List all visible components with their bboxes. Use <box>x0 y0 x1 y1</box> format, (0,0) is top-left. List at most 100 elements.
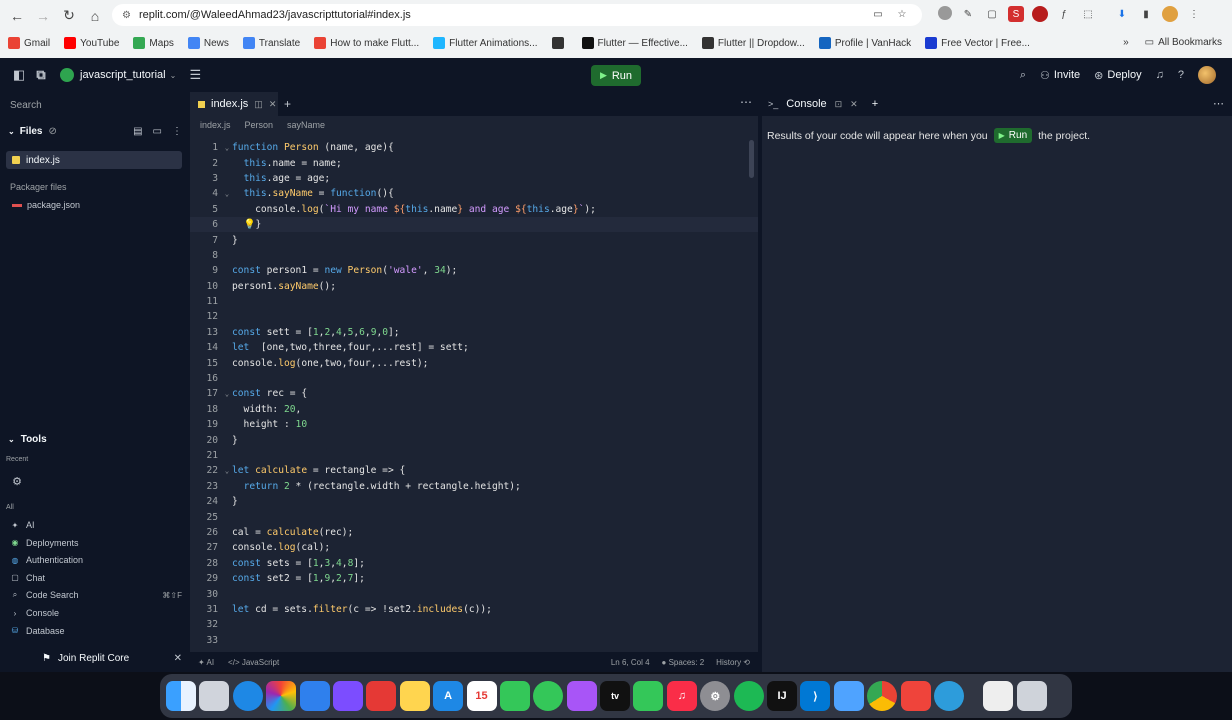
language-status[interactable]: </> JavaScript <box>228 658 279 667</box>
apple-tv-icon[interactable]: tv <box>600 681 631 711</box>
back-icon[interactable]: ← <box>4 3 30 29</box>
split-icon[interactable]: ◫ <box>254 99 263 110</box>
help-icon[interactable]: ? <box>1178 69 1184 81</box>
download-icon[interactable]: ⬇ <box>1114 6 1130 22</box>
notes-icon[interactable] <box>399 681 430 711</box>
new-folder-icon[interactable]: ▭ <box>153 126 162 137</box>
bookmark-item[interactable]: Flutter Animations... <box>433 37 538 49</box>
more-icon[interactable]: ⋯ <box>740 95 752 109</box>
mail-icon[interactable] <box>299 681 330 711</box>
extension-badge-icon[interactable] <box>1032 6 1048 22</box>
new-file-icon[interactable]: ▤ <box>133 126 142 137</box>
breadcrumb-item[interactable]: Person <box>245 120 274 130</box>
search-icon[interactable]: ⌕ <box>1020 69 1026 82</box>
tab-console[interactable]: Console <box>786 98 826 110</box>
side-panel-icon[interactable]: ▮ <box>1138 6 1154 22</box>
tool-item[interactable]: ◉ Deployments <box>10 538 182 548</box>
settings-gear-icon[interactable]: ⚙ <box>8 472 26 490</box>
messages-icon[interactable] <box>633 681 664 711</box>
network-icon[interactable] <box>933 681 964 711</box>
lock-icon[interactable]: ⊡ <box>835 99 843 110</box>
history-status[interactable]: History ⟲ <box>716 658 750 667</box>
bookmark-item[interactable]: Flutter || Dropdow... <box>701 37 805 49</box>
grid-menu-icon[interactable]: ☰ <box>184 67 206 83</box>
vscode-icon[interactable]: ⟩ <box>800 681 831 711</box>
reload-icon[interactable]: ↻ <box>56 3 82 29</box>
profile-icon[interactable] <box>1162 6 1178 22</box>
editor-scrollbar[interactable] <box>749 140 754 178</box>
bookmark-item[interactable]: YouTube <box>64 37 119 49</box>
bookmark-item[interactable] <box>551 37 568 49</box>
tool-item[interactable]: ◍ Authentication <box>10 555 182 565</box>
ai-status[interactable]: ✦ AI <box>198 658 214 667</box>
tool-item[interactable]: › Console <box>10 608 182 618</box>
podcasts-app-icon[interactable] <box>332 681 363 711</box>
invite-button[interactable]: ⚇ Invite <box>1040 69 1080 82</box>
file-item-package-json[interactable]: package.json <box>12 200 80 210</box>
cursor-position[interactable]: Ln 6, Col 4 <box>611 658 650 667</box>
intellij-icon[interactable]: IJ <box>767 681 798 711</box>
bookmark-item[interactable]: News <box>187 37 229 49</box>
bookmark-item[interactable]: Maps <box>133 37 174 49</box>
photo-booth-icon[interactable] <box>366 681 397 711</box>
tool-item[interactable]: ⛁ Database <box>10 626 182 636</box>
calendar-icon[interactable]: 15 <box>466 681 497 711</box>
spaces-status[interactable]: ● Spaces: 2 <box>662 658 705 667</box>
podcasts-icon[interactable] <box>566 681 597 711</box>
more-icon[interactable]: ⋮ <box>172 126 182 137</box>
pen-icon[interactable]: ✎ <box>960 6 976 22</box>
tool-item[interactable]: ✦ AI <box>10 520 182 530</box>
sidebar-toggle-icon[interactable]: ◧ <box>8 67 30 83</box>
find-my-icon[interactable] <box>533 681 564 711</box>
launchpad-icon[interactable] <box>199 681 230 711</box>
site-info-icon[interactable]: ⚙ <box>122 10 131 21</box>
bookmark-item[interactable]: Translate <box>242 37 300 49</box>
document-icon[interactable] <box>983 681 1014 711</box>
trash-icon[interactable] <box>1016 681 1047 711</box>
finder-icon[interactable] <box>166 681 196 711</box>
bookmark-star-icon[interactable]: ☆ <box>894 6 910 22</box>
extension-red-icon[interactable]: S <box>1008 6 1024 22</box>
sidebar-search[interactable]: Search <box>10 100 42 111</box>
console-run-button[interactable]: ▶ Run <box>993 128 1033 143</box>
app-store-icon[interactable]: A <box>433 681 464 711</box>
code-area[interactable]: 1 ⌄ function Person (name, age){ 2 this.na… <box>190 140 758 648</box>
close-tab-icon[interactable]: ✕ <box>269 99 277 110</box>
add-tab-icon[interactable]: + <box>872 98 878 110</box>
chrome-icon[interactable] <box>867 681 898 711</box>
bell-icon[interactable]: ♫ <box>1156 69 1164 81</box>
close-icon[interactable]: ✕ <box>174 653 182 664</box>
breadcrumb-item[interactable]: index.js <box>200 120 231 130</box>
music-icon[interactable]: ♫ <box>666 681 697 711</box>
hide-files-icon[interactable]: ⊘ <box>49 126 57 137</box>
all-bookmarks[interactable]: » ▭ All Bookmarks <box>1123 37 1222 48</box>
bookmark-item[interactable]: Flutter — Effective... <box>581 37 688 49</box>
deploy-button[interactable]: ⊛ Deploy <box>1094 69 1141 82</box>
extension-gray-icon[interactable] <box>938 6 952 20</box>
url-bar[interactable]: ⚙ replit.com/@WaleedAhmad23/javascripttu… <box>112 4 922 26</box>
cast-icon[interactable]: ▭ <box>870 6 886 22</box>
anydesk-icon[interactable] <box>900 681 931 711</box>
bookmark-item[interactable]: Profile | VanHack <box>818 37 911 49</box>
run-button[interactable]: ▶ Run <box>591 65 641 86</box>
avatar[interactable] <box>1198 66 1216 84</box>
tool-item[interactable]: ▢ Chat <box>10 573 182 583</box>
function-icon[interactable]: ƒ <box>1056 6 1072 22</box>
close-tab-icon[interactable]: ✕ <box>850 99 858 110</box>
system-settings-icon[interactable]: ⚙ <box>700 681 731 711</box>
add-tab-icon[interactable]: + <box>284 97 291 111</box>
home-icon[interactable]: ⌂ <box>82 3 108 29</box>
lightbulb-icon[interactable]: 💡 <box>244 219 256 230</box>
breadcrumb-item[interactable]: sayName <box>287 120 325 130</box>
bookmark-item[interactable]: Free Vector | Free... <box>925 37 1030 49</box>
spotify-icon[interactable] <box>733 681 764 711</box>
forward-icon[interactable]: → <box>30 3 56 29</box>
photos-icon[interactable] <box>266 681 297 711</box>
file-item-index-js[interactable]: index.js <box>6 151 182 169</box>
screen-icon[interactable]: ▢ <box>984 6 1000 22</box>
safari-icon[interactable] <box>232 681 263 711</box>
xcode-icon[interactable] <box>833 681 864 711</box>
join-replit-core[interactable]: ⚑ Join Replit Core ✕ <box>6 648 182 668</box>
replit-logo-icon[interactable]: ⧉ <box>30 67 52 83</box>
bookmark-item[interactable]: Gmail <box>8 37 50 49</box>
